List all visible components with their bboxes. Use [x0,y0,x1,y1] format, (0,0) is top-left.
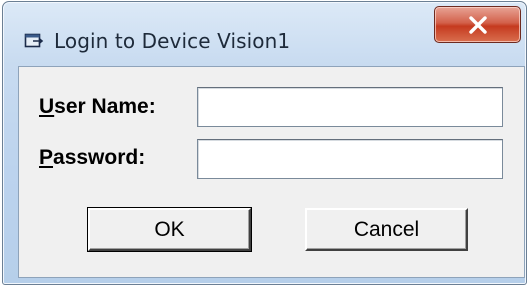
close-button[interactable] [434,6,521,43]
login-window-icon [24,32,44,50]
password-label-text: assword: [53,146,146,169]
password-label: Password: [39,146,145,170]
ok-button[interactable]: OK [87,207,252,252]
username-label-text: ser Name: [54,95,156,118]
dialog-content: User Name: Password: OK Cancel [18,66,525,278]
close-icon [469,16,487,34]
username-label: User Name: [39,95,156,119]
password-label-accesskey: P [39,146,54,169]
title-bar[interactable]: Login to Device Vision1 [3,2,526,66]
username-input[interactable] [197,87,503,127]
window-title: Login to Device Vision1 [54,29,291,53]
password-input[interactable] [197,139,503,179]
login-dialog: Login to Device Vision1 User Name: Passw… [2,1,527,285]
cancel-button[interactable]: Cancel [305,208,468,251]
username-label-accesskey: U [39,95,55,118]
